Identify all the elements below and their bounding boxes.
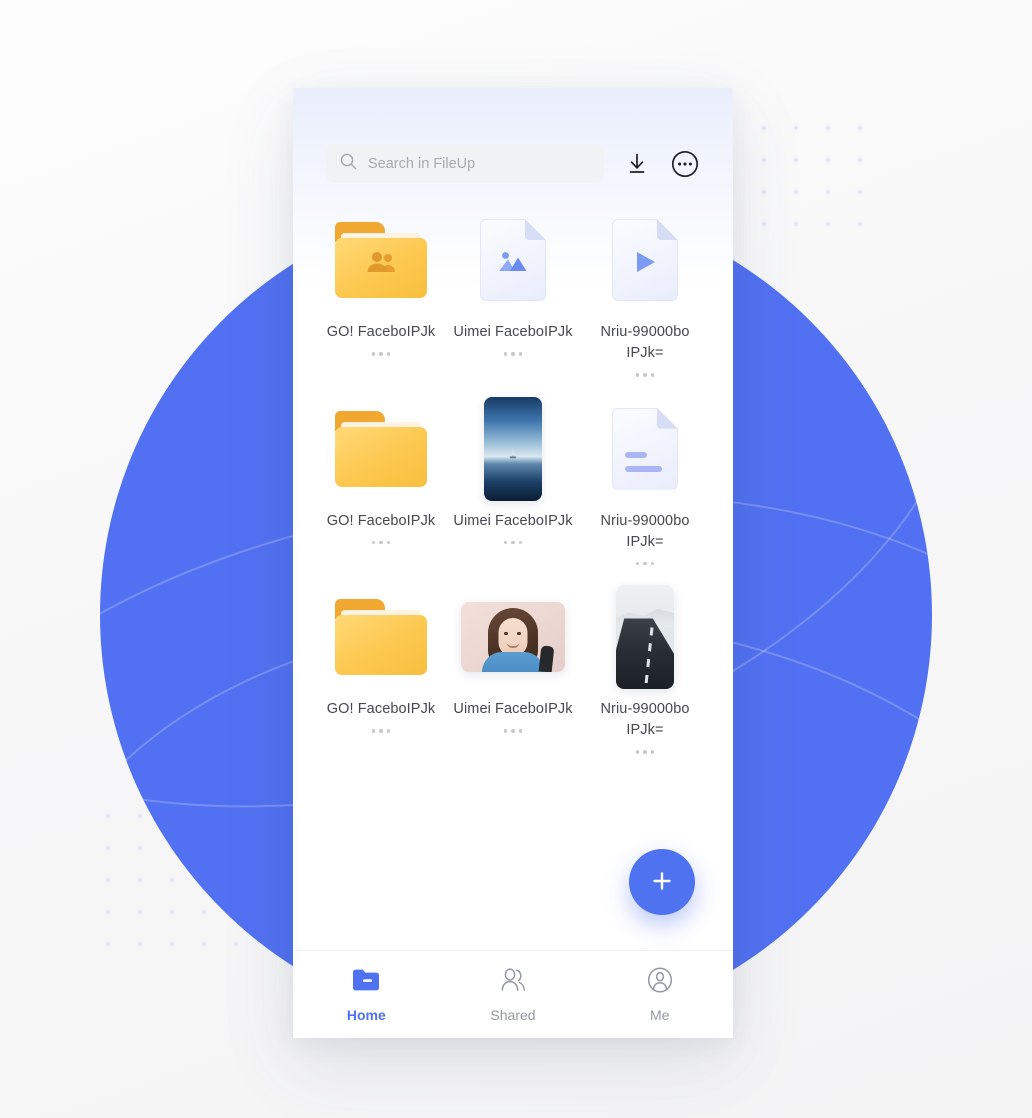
bottom-tab-bar: Home Shared Me xyxy=(293,950,733,1038)
folder-icon xyxy=(335,599,427,676)
tab-label: Me xyxy=(649,1006,670,1023)
file-thumbnail xyxy=(315,400,447,498)
folder-icon xyxy=(335,410,427,487)
tab-label: Home xyxy=(346,1006,386,1023)
video-file-icon xyxy=(612,219,678,301)
file-item[interactable]: Uimei FaceboIPJk xyxy=(447,396,579,566)
more-dots-icon[interactable] xyxy=(371,729,391,733)
file-label: Uimei FaceboIPJk xyxy=(453,701,573,718)
tab-label: Shared xyxy=(490,1006,536,1023)
more-options-icon[interactable] xyxy=(670,149,700,179)
more-dots-icon[interactable] xyxy=(503,540,523,545)
file-item[interactable]: GO! FaceboIPJk xyxy=(315,588,447,754)
search-field[interactable] xyxy=(326,145,604,183)
download-icon[interactable] xyxy=(622,149,652,179)
more-dots-icon[interactable] xyxy=(371,352,391,356)
file-thumbnail xyxy=(579,400,711,498)
file-thumbnail xyxy=(579,585,711,690)
file-label: Nriu-99000bo IPJk= xyxy=(600,512,690,550)
people-tab-icon xyxy=(498,967,528,998)
add-file-button[interactable] xyxy=(629,849,695,915)
file-label: GO! FaceboIPJk xyxy=(326,324,436,340)
file-thumbnail xyxy=(315,588,447,686)
text-file-icon xyxy=(612,407,678,490)
file-grid: GO! FaceboIPJk Uimei FaceboIPJk Nriu-990… xyxy=(293,183,733,754)
file-thumbnail xyxy=(447,396,579,501)
image-file-icon xyxy=(480,219,546,301)
file-label: Nriu-99000bo IPJk= xyxy=(600,701,690,739)
file-item[interactable]: GO! FaceboIPJk xyxy=(315,211,447,377)
file-label: Nriu-99000bo IPJk= xyxy=(600,324,690,361)
file-thumbnail xyxy=(579,211,711,309)
folder-tab-icon xyxy=(351,967,381,998)
tab-me[interactable]: Me xyxy=(586,966,733,1023)
file-item[interactable]: Nriu-99000bo IPJk= xyxy=(579,211,711,377)
file-label: Uimei FaceboIPJk xyxy=(453,512,573,529)
plus-icon xyxy=(648,867,676,898)
file-item[interactable]: GO! FaceboIPJk xyxy=(315,400,447,566)
file-item[interactable]: Nriu-99000bo IPJk= xyxy=(579,585,711,754)
file-item[interactable]: Uimei FaceboIPJk xyxy=(447,211,579,377)
more-dots-icon[interactable] xyxy=(635,373,655,377)
more-dots-icon[interactable] xyxy=(503,352,523,356)
tab-shared[interactable]: Shared xyxy=(440,967,587,1023)
photo-thumbnail-sailboat xyxy=(484,396,542,501)
file-label: GO! FaceboIPJk xyxy=(326,701,436,718)
file-label: Uimei FaceboIPJk xyxy=(453,324,573,340)
more-dots-icon[interactable] xyxy=(635,750,655,754)
file-label: GO! FaceboIPJk xyxy=(326,512,436,529)
person-circle-tab-icon xyxy=(645,966,675,998)
more-dots-icon[interactable] xyxy=(635,561,655,566)
file-item[interactable]: Nriu-99000bo IPJk= xyxy=(579,400,711,566)
tab-home[interactable]: Home xyxy=(293,967,440,1023)
phone-mockup-screen: GO! FaceboIPJk Uimei FaceboIPJk xyxy=(293,88,733,1038)
shared-folder-icon xyxy=(335,222,427,298)
file-thumbnail xyxy=(447,588,579,686)
more-dots-icon[interactable] xyxy=(371,540,391,545)
app-header xyxy=(293,88,733,183)
search-input[interactable] xyxy=(368,156,590,172)
photo-thumbnail-road xyxy=(616,585,674,690)
more-dots-icon[interactable] xyxy=(503,729,523,733)
file-thumbnail xyxy=(447,211,579,309)
file-thumbnail xyxy=(315,211,447,309)
file-item[interactable]: Uimei FaceboIPJk xyxy=(447,588,579,754)
search-icon xyxy=(340,153,357,175)
photo-thumbnail-portrait xyxy=(461,602,565,673)
